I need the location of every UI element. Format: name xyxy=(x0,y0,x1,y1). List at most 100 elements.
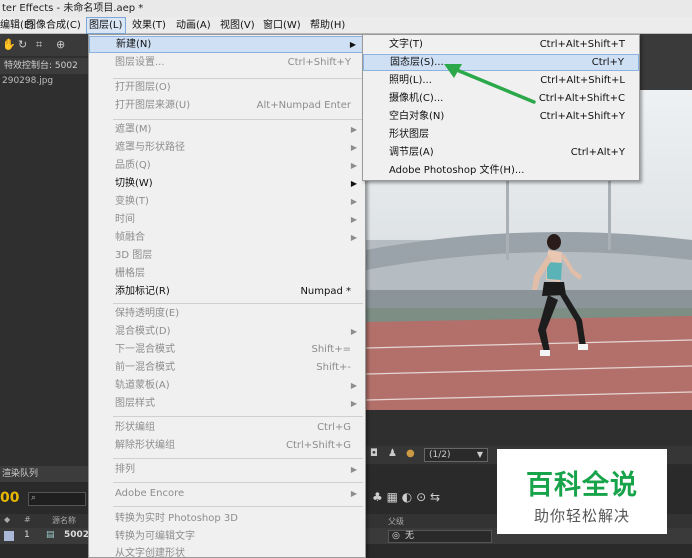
menu-item-layer-styles[interactable]: 图层样式 ▶ xyxy=(89,395,365,412)
menu-layer[interactable]: 图层(L) xyxy=(86,17,126,34)
menu-item-blending-mode[interactable]: 混合模式(D) ▶ xyxy=(89,323,365,340)
menu-item-switches[interactable]: 切换(W) ▶ xyxy=(89,175,365,192)
menu-item-previous-blending-mode[interactable]: 前一混合模式 Shift+- xyxy=(89,359,365,376)
menu-item-shortcut: Shift+- xyxy=(316,362,351,373)
menu-item-adobe-encore[interactable]: Adobe Encore ▶ xyxy=(89,485,365,502)
watermark-logo: 百科全说 助你轻松解决 xyxy=(497,449,667,534)
source-name-column[interactable]: 源名称 xyxy=(52,515,76,526)
menu-item-label: 时间 xyxy=(115,214,135,225)
menu-item-convert-to-editable-text[interactable]: 转换为可编辑文字 xyxy=(89,528,365,545)
menu-item-quality[interactable]: 品质(Q) ▶ xyxy=(89,157,365,174)
menu-item-mask[interactable]: 遮罩(M) ▶ xyxy=(89,121,365,138)
window-title: ter Effects - 未命名项目.aep * xyxy=(2,3,144,14)
menu-item-ungroup-shapes[interactable]: 解除形状编组 Ctrl+Shift+G xyxy=(89,437,365,454)
pan-tool-icon[interactable]: ✋ xyxy=(2,38,16,51)
timecode-display[interactable]: 00 xyxy=(0,490,19,506)
menu-item-label: 文字(T) xyxy=(389,39,423,50)
menu-item-time[interactable]: 时间 ▶ xyxy=(89,211,365,228)
right-toolbar xyxy=(640,34,692,90)
menu-item-label: 从文字创建形状 xyxy=(115,548,185,558)
parent-column-label: 父级 xyxy=(388,517,404,526)
menu-composition[interactable]: 图像合成(C) xyxy=(26,17,81,34)
submenu-arrow-icon: ▶ xyxy=(349,40,356,49)
submenu-item-text[interactable]: 文字(T) Ctrl+Alt+Shift+T xyxy=(363,36,639,53)
menu-item-new[interactable]: 新建(N) ▶ xyxy=(89,36,365,53)
resolution-dropdown[interactable]: (1/2) ▼ xyxy=(424,448,488,462)
menu-item-label: 转换为可编辑文字 xyxy=(115,531,195,542)
show-snapshot-icon[interactable]: ♟ xyxy=(388,448,397,459)
menu-item-open-layer[interactable]: 打开图层(O) xyxy=(89,79,365,96)
motion-blur-icon[interactable]: ⊙ xyxy=(416,490,426,504)
menu-animation[interactable]: 动画(A) xyxy=(176,17,211,34)
menu-item-shortcut: Ctrl+Alt+Y xyxy=(570,147,625,158)
menu-window[interactable]: 窗口(W) xyxy=(263,17,301,34)
menu-view[interactable]: 视图(V) xyxy=(220,17,255,34)
menu-item-label: 帧融合 xyxy=(115,232,145,243)
window-title-bar: ter Effects - 未命名项目.aep * xyxy=(0,0,692,17)
chevron-down-icon: ▼ xyxy=(476,450,483,459)
menu-item-track-matte[interactable]: 轨道蒙板(A) ▶ xyxy=(89,377,365,394)
menu-item-label: 打开图层(O) xyxy=(115,82,171,93)
menu-item-label: 品质(Q) xyxy=(115,160,151,171)
menu-item-frame-blending[interactable]: 帧融合 ▶ xyxy=(89,229,365,246)
menu-item-label: 新建(N) xyxy=(116,39,152,50)
menu-help[interactable]: 帮助(H) xyxy=(310,17,345,34)
render-queue-tab[interactable]: 渲染队列 xyxy=(0,466,88,482)
submenu-item-adjustment-layer[interactable]: 调节层(A) Ctrl+Alt+Y xyxy=(363,144,639,161)
menu-item-arrange[interactable]: 排列 ▶ xyxy=(89,461,365,478)
label-color-swatch[interactable] xyxy=(4,531,14,541)
menu-item-create-shapes-from-text[interactable]: 从文字创建形状 xyxy=(89,545,365,558)
menu-item-3d-layer[interactable]: 3D 图层 xyxy=(89,247,365,264)
menu-item-label: 保持透明度(E) xyxy=(115,308,180,319)
menu-item-group-shapes[interactable]: 形状编组 Ctrl+G xyxy=(89,419,365,436)
menu-item-transform[interactable]: 变换(T) ▶ xyxy=(89,193,365,210)
menu-item-label: 下一混合模式 xyxy=(115,344,175,355)
menu-item-mask-and-shape-path[interactable]: 遮罩与形状路径 ▶ xyxy=(89,139,365,156)
submenu-arrow-icon: ▶ xyxy=(350,381,357,390)
hide-shy-icon[interactable]: ◐ xyxy=(402,490,412,504)
rotate-tool-icon[interactable]: ↻ xyxy=(18,38,27,51)
graph-editor-icon[interactable]: ⇆ xyxy=(430,490,440,504)
timeline-switches: ♣ ▦ ◐ ⊙ ⇆ xyxy=(372,490,440,504)
menu-item-next-blending-mode[interactable]: 下一混合模式 Shift+= xyxy=(89,341,365,358)
parent-dropdown[interactable]: ◎ 无 xyxy=(388,530,492,543)
label-column-icon: ◆ xyxy=(4,515,11,524)
menu-item-convert-to-photoshop-3d[interactable]: 转换为实时 Photoshop 3D xyxy=(89,510,365,527)
menu-effect[interactable]: 效果(T) xyxy=(132,17,166,34)
menu-item-shortcut: Shift+= xyxy=(311,344,352,355)
snapshot-icon[interactable]: ◘ xyxy=(370,448,378,459)
draft-3d-icon[interactable]: ▦ xyxy=(387,490,398,504)
viewer-padding xyxy=(366,410,692,446)
menu-separator xyxy=(113,416,363,417)
layer-name[interactable]: 5002 xyxy=(64,530,89,540)
menu-item-label: 遮罩(M) xyxy=(115,124,152,135)
channel-icon[interactable]: ● xyxy=(406,448,415,459)
submenu-arrow-icon: ▶ xyxy=(350,327,357,336)
camera-tool-icon[interactable]: ⌗ xyxy=(36,38,42,52)
menu-item-layer-settings[interactable]: 图层设置... Ctrl+Shift+Y xyxy=(89,54,365,71)
menu-item-label: 排列 xyxy=(115,464,135,475)
submenu-item-photoshop-file[interactable]: Adobe Photoshop 文件(H)... xyxy=(363,162,639,179)
menu-separator xyxy=(113,506,363,507)
menu-item-label: 切换(W) xyxy=(115,178,153,189)
submenu-arrow-icon: ▶ xyxy=(350,161,357,170)
menu-item-label: 照明(L)... xyxy=(389,75,432,86)
menu-item-open-layer-source[interactable]: 打开图层来源(U) Alt+Numpad Enter xyxy=(89,97,365,114)
submenu-item-null-object[interactable]: 空白对象(N) Ctrl+Alt+Shift+Y xyxy=(363,108,639,125)
menu-item-add-marker[interactable]: 添加标记(R) Numpad * xyxy=(89,283,365,300)
menu-item-label: 摄像机(C)... xyxy=(389,93,444,104)
menu-item-preserve-transparency[interactable]: 保持透明度(E) xyxy=(89,305,365,322)
menu-item-label: 3D 图层 xyxy=(115,250,153,261)
pickwhip-icon[interactable]: ◎ xyxy=(392,531,400,542)
submenu-item-shape-layer[interactable]: 形状图层 xyxy=(363,126,639,143)
anchor-tool-icon[interactable]: ⊕ xyxy=(56,38,65,51)
tool-bar: ✋ ↻ ⌗ ⊕ xyxy=(0,34,88,56)
menu-item-guide-layer[interactable]: 栅格层 xyxy=(89,265,365,282)
footage-icon: ▤ xyxy=(46,530,55,540)
submenu-arrow-icon: ▶ xyxy=(350,215,357,224)
comp-flow-icon[interactable]: ♣ xyxy=(372,490,383,504)
menu-item-shortcut: Numpad * xyxy=(300,286,351,297)
effect-controls-tab[interactable]: 特效控制台: 5002 xyxy=(0,58,88,74)
timeline-search-input[interactable]: ⌕ xyxy=(28,492,86,506)
menu-separator xyxy=(113,458,363,459)
